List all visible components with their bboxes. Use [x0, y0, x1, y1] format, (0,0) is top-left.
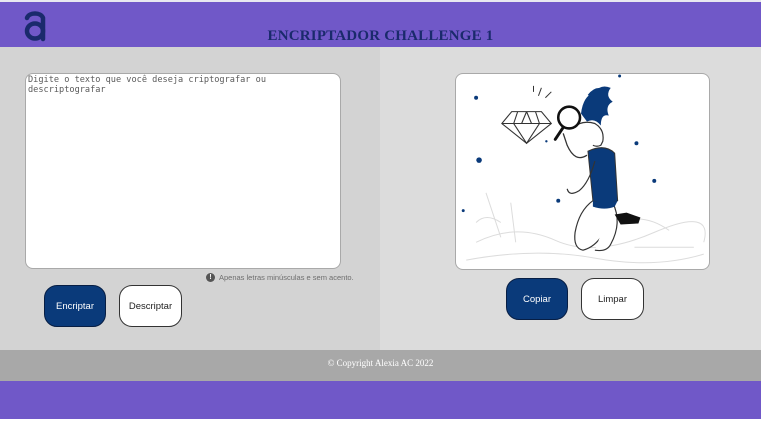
text-input[interactable]: [25, 73, 341, 269]
input-panel: ! Apenas letras minúsculas e sem acento.…: [0, 47, 380, 350]
bottom-band: [0, 381, 761, 419]
info-icon: !: [206, 273, 215, 282]
copyright-text: © Copyright Alexia AC 2022: [327, 358, 434, 368]
header-bar: ENCRIPTADOR CHALLENGE 1: [0, 0, 761, 47]
copy-button[interactable]: Copiar: [506, 278, 568, 320]
output-illustration-frame: [455, 73, 710, 270]
output-panel: Copiar Limpar: [380, 47, 761, 350]
clear-button[interactable]: Limpar: [581, 278, 644, 320]
page-title: ENCRIPTADOR CHALLENGE 1: [267, 28, 494, 44]
decrypt-button[interactable]: Descriptar: [119, 285, 182, 327]
hint-text: Apenas letras minúsculas e sem acento.: [219, 273, 354, 282]
encrypt-button[interactable]: Encriptar: [44, 285, 106, 327]
person-magnifier-illustration: [461, 74, 706, 264]
hint-message: ! Apenas letras minúsculas e sem acento.: [206, 273, 354, 282]
footer-bar: © Copyright Alexia AC 2022: [0, 350, 761, 381]
